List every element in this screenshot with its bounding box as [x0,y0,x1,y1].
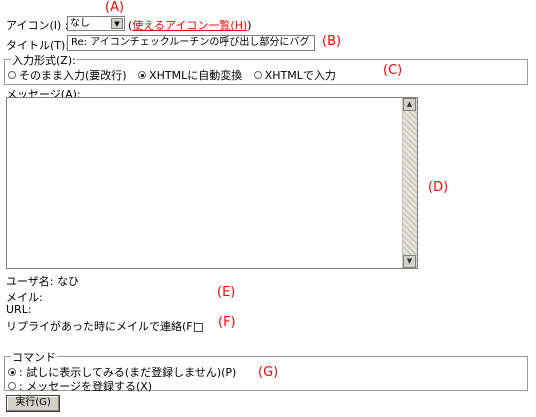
notify-checkbox[interactable] [194,322,203,332]
radio-auto-xhtml[interactable] [138,71,147,79]
annotation-g: (G) [258,365,279,380]
command-legend: コマンド [11,349,57,365]
scroll-up-icon[interactable]: ▲ [403,98,416,111]
icon-select-value: なし [70,18,90,29]
command-option-submit[interactable]: : メッセージを登録する(X) [8,378,152,394]
radio-preview[interactable] [8,368,16,376]
radio-submit[interactable] [8,382,16,390]
annotation-a: (A) [105,0,125,15]
annotation-f: (F) [218,315,236,330]
title-input[interactable]: Re: アイコンチェックルーチンの呼び出し部分にバグ [67,35,315,51]
icon-label: アイコン(I) : [6,19,69,32]
icon-select[interactable]: なし ▼ [67,16,125,31]
radio-plain[interactable] [8,71,16,79]
format-option-plain-label: そのまま入力(要改行) [19,69,127,82]
notify-label: リプライがあった時にメイルで連絡(F): [6,320,201,333]
annotation-e: (E) [217,285,236,300]
command-option-submit-label: : メッセージを登録する(X) [19,380,153,393]
format-option-plain[interactable]: そのまま入力(要改行) [8,69,127,82]
annotation-b: (B) [322,34,342,49]
message-scrollbar[interactable]: ▲ ▼ [402,98,417,268]
icon-list-link[interactable]: 使えるアイコン一覧(H) [132,19,247,32]
format-option-auto-xhtml-label: XHTMLに自動変換 [149,69,243,82]
chevron-down-icon[interactable]: ▼ [111,18,123,29]
username-text: ユーザ名: なひ [6,275,79,288]
scroll-down-icon[interactable]: ▼ [403,255,416,268]
message-textarea[interactable]: ▲ ▼ [6,97,418,269]
radio-xhtml[interactable] [253,71,262,79]
link-close-paren: ) [247,19,252,32]
annotation-c: (C) [383,63,403,78]
icon-list-link-wrapper: (使えるアイコン一覧(H)) [128,17,252,33]
input-format-legend: 入力形式(Z): [11,52,77,68]
url-label: URL: [6,303,32,316]
format-option-xhtml[interactable]: XHTMLで入力 [253,69,336,82]
execute-button[interactable]: 実行(G) [6,395,60,412]
format-option-auto-xhtml[interactable]: XHTMLに自動変換 [138,69,242,82]
annotation-d: (D) [428,180,449,195]
input-format-options: そのまま入力(要改行) XHTMLに自動変換 XHTMLで入力 [8,67,336,83]
title-label: タイトル(T): [6,39,70,52]
format-option-xhtml-label: XHTMLで入力 [264,69,336,82]
